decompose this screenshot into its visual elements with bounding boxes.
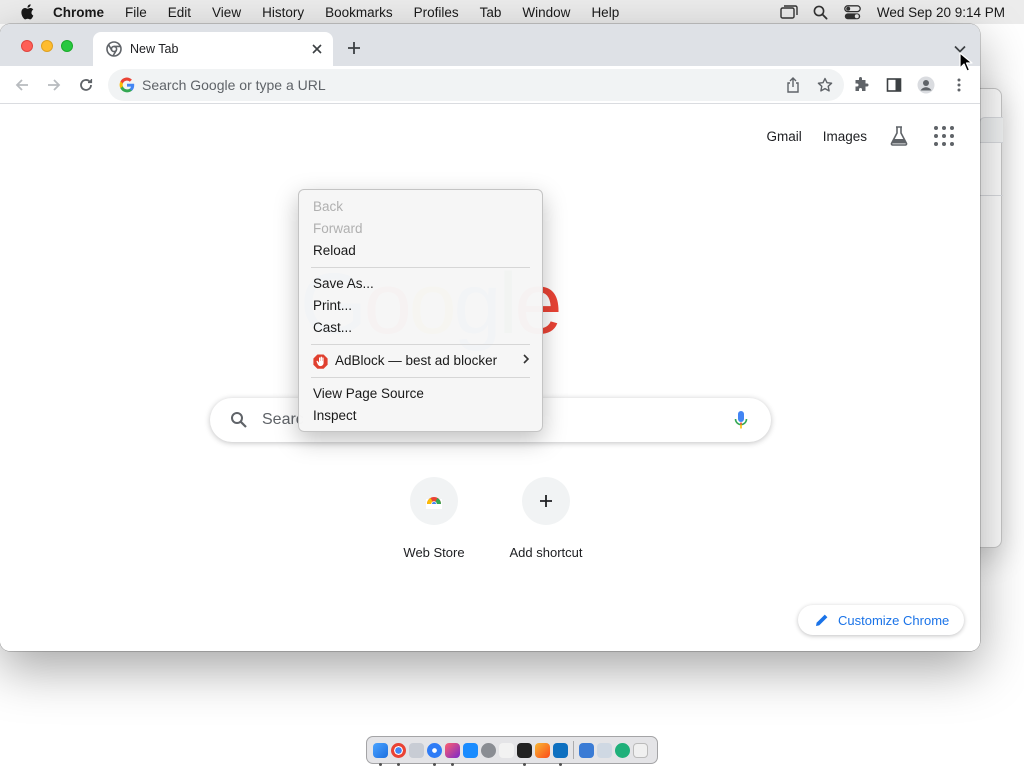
menu-item-save-as[interactable]: Save As... bbox=[299, 273, 542, 295]
page-context-menu: Back Forward Reload Save As... Print... … bbox=[298, 189, 543, 432]
google-g-icon bbox=[119, 77, 135, 93]
tab-strip: New Tab bbox=[0, 24, 980, 66]
macos-dock bbox=[366, 736, 658, 766]
menu-tab[interactable]: Tab bbox=[469, 5, 512, 20]
dock-system-settings-icon[interactable] bbox=[481, 742, 496, 758]
window-minimize-button[interactable] bbox=[41, 40, 53, 52]
dock-firefox-icon[interactable] bbox=[445, 742, 460, 766]
chrome-menu-kebab-icon[interactable] bbox=[950, 76, 968, 94]
pencil-icon bbox=[815, 613, 829, 627]
extensions-puzzle-icon[interactable] bbox=[852, 76, 870, 94]
google-apps-grid-icon[interactable] bbox=[934, 126, 954, 146]
web-store-icon bbox=[410, 477, 458, 525]
omnibox[interactable]: Search Google or type a URL bbox=[108, 69, 844, 101]
apple-menu-icon[interactable] bbox=[10, 4, 44, 20]
share-icon[interactable] bbox=[784, 76, 802, 94]
plus-icon bbox=[522, 477, 570, 525]
menu-item-adblock-label: AdBlock — best ad blocker bbox=[335, 353, 498, 368]
labs-flask-icon[interactable] bbox=[888, 125, 910, 147]
shortcut-label: Web Store bbox=[403, 545, 465, 560]
background-window-tab bbox=[979, 117, 1003, 143]
dock-safari-icon[interactable] bbox=[427, 742, 442, 766]
side-panel-icon[interactable] bbox=[885, 76, 903, 94]
dock-app-store-icon[interactable] bbox=[463, 742, 478, 758]
profile-avatar-icon[interactable] bbox=[917, 76, 935, 94]
macos-menubar: Chrome File Edit View History Bookmarks … bbox=[0, 0, 1024, 24]
shortcut-add[interactable]: Add shortcut bbox=[490, 477, 602, 560]
menu-item-cast[interactable]: Cast... bbox=[299, 317, 542, 339]
new-tab-button[interactable] bbox=[344, 38, 364, 58]
menu-help[interactable]: Help bbox=[581, 5, 630, 20]
menu-item-forward[interactable]: Forward bbox=[299, 218, 542, 240]
dock-preview-icon[interactable] bbox=[597, 742, 612, 758]
customize-chrome-label: Customize Chrome bbox=[838, 612, 950, 628]
menubar-clock[interactable]: Wed Sep 20 9:14 PM bbox=[869, 5, 1024, 20]
menu-separator bbox=[311, 267, 530, 268]
dock-textedit-icon[interactable] bbox=[499, 742, 514, 758]
tab-new-tab[interactable]: New Tab bbox=[93, 32, 333, 66]
mouse-pointer-icon bbox=[959, 52, 973, 72]
dock-downloads-icon[interactable] bbox=[579, 742, 594, 758]
background-window-divider bbox=[979, 195, 1003, 196]
spotlight-search-icon[interactable] bbox=[810, 0, 832, 24]
menu-item-reload[interactable]: Reload bbox=[299, 240, 542, 262]
shortcut-label: Add shortcut bbox=[509, 545, 583, 560]
submenu-chevron-right-icon bbox=[522, 350, 530, 372]
menu-window[interactable]: Window bbox=[512, 5, 581, 20]
dock-launchpad-icon[interactable] bbox=[409, 742, 424, 758]
menu-app-name[interactable]: Chrome bbox=[44, 5, 115, 20]
menu-profiles[interactable]: Profiles bbox=[403, 5, 469, 20]
adblock-icon bbox=[313, 354, 328, 369]
voice-search-mic-icon[interactable] bbox=[731, 410, 751, 430]
forward-button[interactable] bbox=[44, 75, 64, 95]
shortcut-web-store[interactable]: Web Store bbox=[378, 477, 490, 560]
dock-trash-icon[interactable] bbox=[633, 742, 648, 758]
dock-separator bbox=[573, 741, 574, 759]
menu-item-back[interactable]: Back bbox=[299, 196, 542, 218]
images-link[interactable]: Images bbox=[823, 129, 867, 144]
bookmark-star-icon[interactable] bbox=[816, 76, 834, 94]
menu-item-print[interactable]: Print... bbox=[299, 295, 542, 317]
control-center-icon[interactable] bbox=[842, 0, 864, 24]
omnibox-placeholder: Search Google or type a URL bbox=[142, 77, 326, 93]
dock-finder-icon[interactable] bbox=[373, 742, 388, 766]
window-close-button[interactable] bbox=[21, 40, 33, 52]
dock-terminal-icon[interactable] bbox=[517, 742, 532, 766]
gmail-link[interactable]: Gmail bbox=[766, 129, 801, 144]
window-zoom-button[interactable] bbox=[61, 40, 73, 52]
screen-mirroring-icon[interactable] bbox=[778, 0, 800, 24]
ntp-top-links: Gmail Images bbox=[766, 125, 964, 147]
dock-app-icon[interactable] bbox=[535, 742, 550, 758]
tab-title: New Tab bbox=[130, 42, 179, 56]
menu-file[interactable]: File bbox=[115, 5, 158, 20]
menu-bookmarks[interactable]: Bookmarks bbox=[315, 5, 404, 20]
menu-item-view-page-source[interactable]: View Page Source bbox=[299, 383, 542, 405]
menu-separator bbox=[311, 377, 530, 378]
tab-close-icon[interactable] bbox=[309, 41, 325, 57]
chrome-favicon-icon bbox=[106, 41, 122, 57]
menu-item-adblock[interactable]: AdBlock — best ad blocker bbox=[299, 350, 542, 372]
customize-chrome-button[interactable]: Customize Chrome bbox=[798, 605, 964, 635]
menu-history[interactable]: History bbox=[252, 5, 315, 20]
search-icon bbox=[230, 411, 248, 429]
menu-edit[interactable]: Edit bbox=[157, 5, 201, 20]
reload-button[interactable] bbox=[76, 75, 96, 95]
browser-toolbar: Search Google or type a URL bbox=[0, 66, 980, 104]
dock-app-icon-2[interactable] bbox=[615, 742, 630, 758]
menu-view[interactable]: View bbox=[202, 5, 252, 20]
back-button[interactable] bbox=[12, 75, 32, 95]
menu-item-inspect[interactable]: Inspect bbox=[299, 405, 542, 427]
dock-chrome-icon[interactable] bbox=[391, 742, 406, 766]
dock-vscode-icon[interactable] bbox=[553, 742, 568, 766]
menu-separator bbox=[311, 344, 530, 345]
